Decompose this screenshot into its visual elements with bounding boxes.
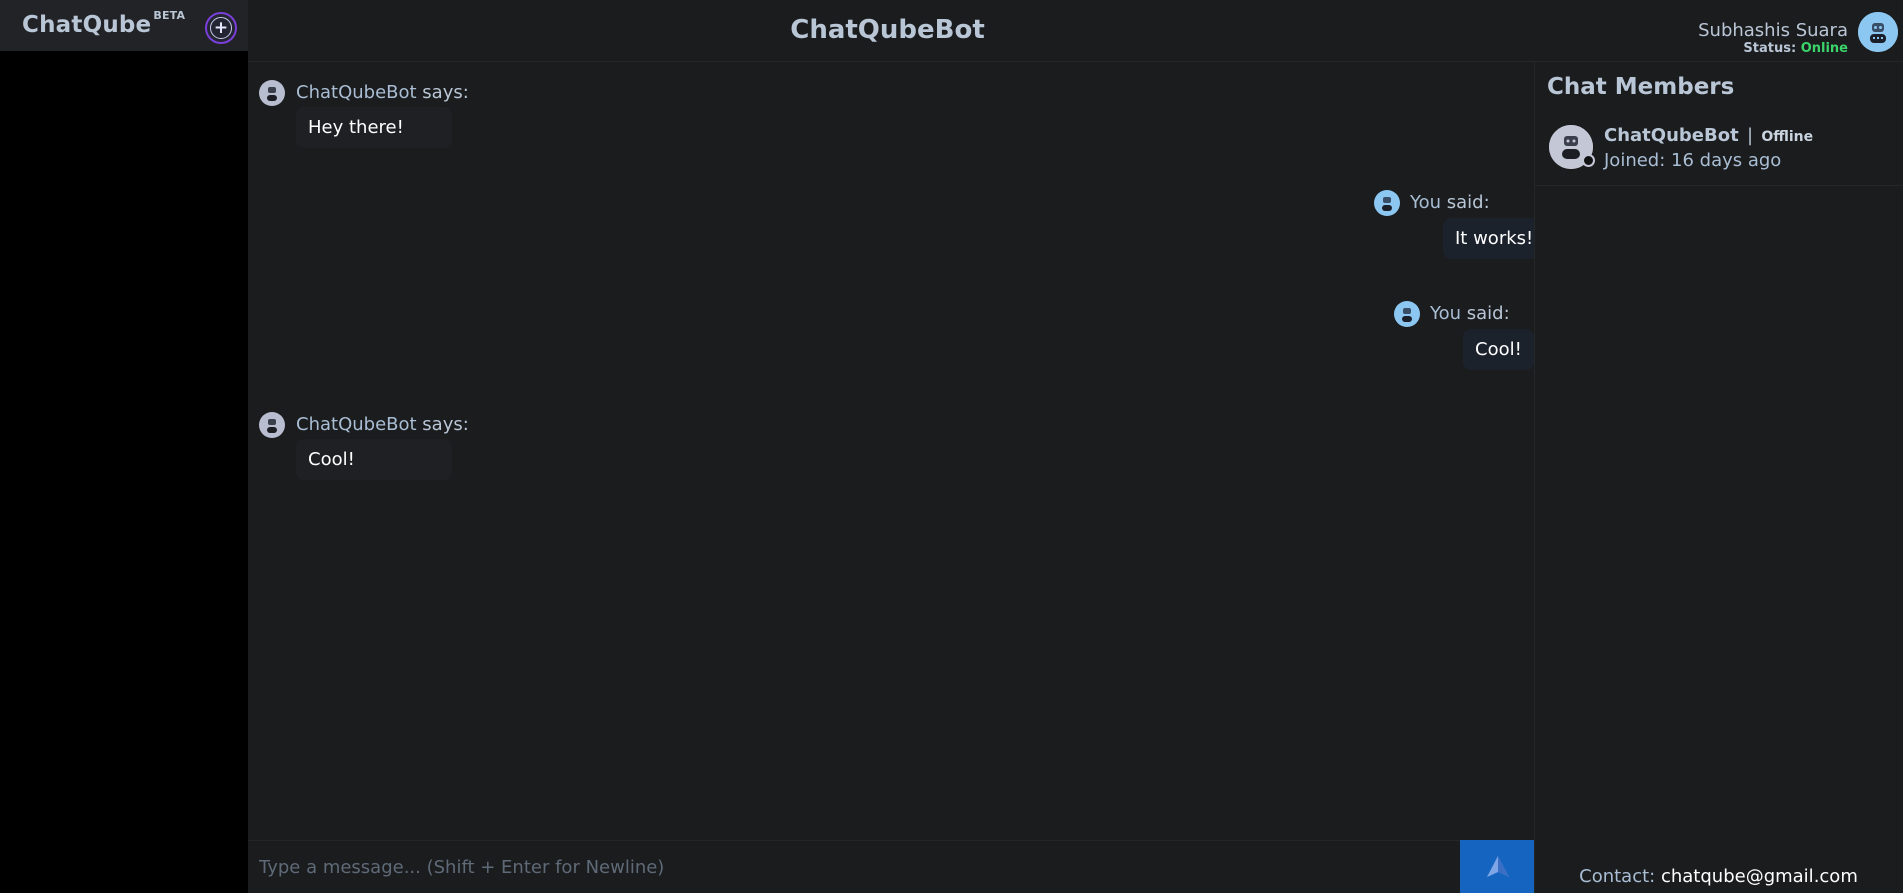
user-avatar[interactable] bbox=[1858, 12, 1898, 52]
user-name: Subhashis Suara bbox=[1698, 20, 1848, 41]
message-item: ChatQubeBot says: Cool! bbox=[258, 412, 469, 502]
status-value: Online bbox=[1800, 41, 1848, 56]
message-author: ChatQubeBot says: bbox=[296, 414, 469, 435]
chat-messages: ChatQubeBot says: Hey there! You said: I… bbox=[248, 62, 1546, 842]
message-bubble: It works! bbox=[1443, 218, 1546, 259]
message-author: ChatQubeBot says: bbox=[296, 82, 469, 103]
member-separator: | bbox=[1746, 125, 1754, 146]
user-status: Status: Online bbox=[1698, 42, 1848, 56]
message-composer bbox=[248, 840, 1460, 893]
member-avatar bbox=[1549, 125, 1595, 169]
user-info: Subhashis Suara Status: Online bbox=[1698, 20, 1848, 56]
message-item: You said: Cool! bbox=[1388, 301, 1534, 391]
author-verb: said: bbox=[1466, 303, 1510, 324]
author-name: ChatQubeBot bbox=[296, 414, 417, 435]
brand-name: ChatQube bbox=[22, 12, 152, 38]
message-item: You said: It works! bbox=[1368, 190, 1546, 280]
bot-avatar-icon bbox=[259, 412, 285, 438]
offline-status-dot bbox=[1582, 154, 1595, 167]
message-item: ChatQubeBot says: Hey there! bbox=[258, 80, 469, 170]
message-author: You said: bbox=[1430, 303, 1510, 324]
bot-avatar-icon bbox=[259, 80, 285, 106]
new-chat-button[interactable]: + bbox=[205, 12, 237, 44]
contact-email-link[interactable]: chatqube@gmail.com bbox=[1661, 866, 1858, 887]
author-verb: said: bbox=[1446, 192, 1490, 213]
author-name: You bbox=[1410, 192, 1442, 213]
author-name: ChatQubeBot bbox=[296, 82, 417, 103]
beta-badge: BETA bbox=[153, 9, 186, 23]
paper-plane-icon bbox=[1486, 855, 1509, 877]
chat-list-sidebar bbox=[0, 51, 248, 893]
message-author: You said: bbox=[1410, 192, 1490, 213]
message-bubble: Cool! bbox=[1463, 329, 1534, 370]
chat-title: ChatQubeBot bbox=[790, 15, 985, 45]
contact-info: Contact: chatqube@gmail.com bbox=[1534, 866, 1903, 887]
message-bubble: Cool! bbox=[296, 439, 452, 480]
user-avatar-icon bbox=[1374, 190, 1400, 216]
member-joined: Joined: 16 days ago bbox=[1604, 150, 1782, 171]
author-name: You bbox=[1430, 303, 1462, 324]
brand-area: ChatQube BETA + bbox=[0, 0, 248, 51]
author-verb: says: bbox=[422, 414, 469, 435]
member-item[interactable]: ChatQubeBot | Offline Joined: 16 days ag… bbox=[1535, 62, 1903, 186]
member-name: ChatQubeBot bbox=[1604, 125, 1739, 146]
members-panel: Chat Members ChatQubeBot | Offline Joine… bbox=[1534, 62, 1903, 893]
member-name-line: ChatQubeBot | Offline bbox=[1604, 125, 1813, 146]
message-bubble: Hey there! bbox=[296, 107, 452, 148]
top-bar: ChatQube BETA + ChatQubeBot Subhashis Sua… bbox=[0, 0, 1903, 62]
app-logo[interactable]: ChatQube BETA bbox=[22, 9, 186, 38]
plus-icon: + bbox=[210, 17, 232, 39]
author-verb: says: bbox=[422, 82, 469, 103]
message-input[interactable] bbox=[248, 841, 1460, 893]
status-label: Status: bbox=[1743, 41, 1797, 56]
send-button[interactable] bbox=[1460, 840, 1535, 893]
member-status: Offline bbox=[1761, 129, 1814, 145]
user-avatar-icon bbox=[1394, 301, 1420, 327]
contact-label: Contact: bbox=[1579, 866, 1656, 887]
robot-avatar-icon bbox=[1858, 12, 1898, 52]
